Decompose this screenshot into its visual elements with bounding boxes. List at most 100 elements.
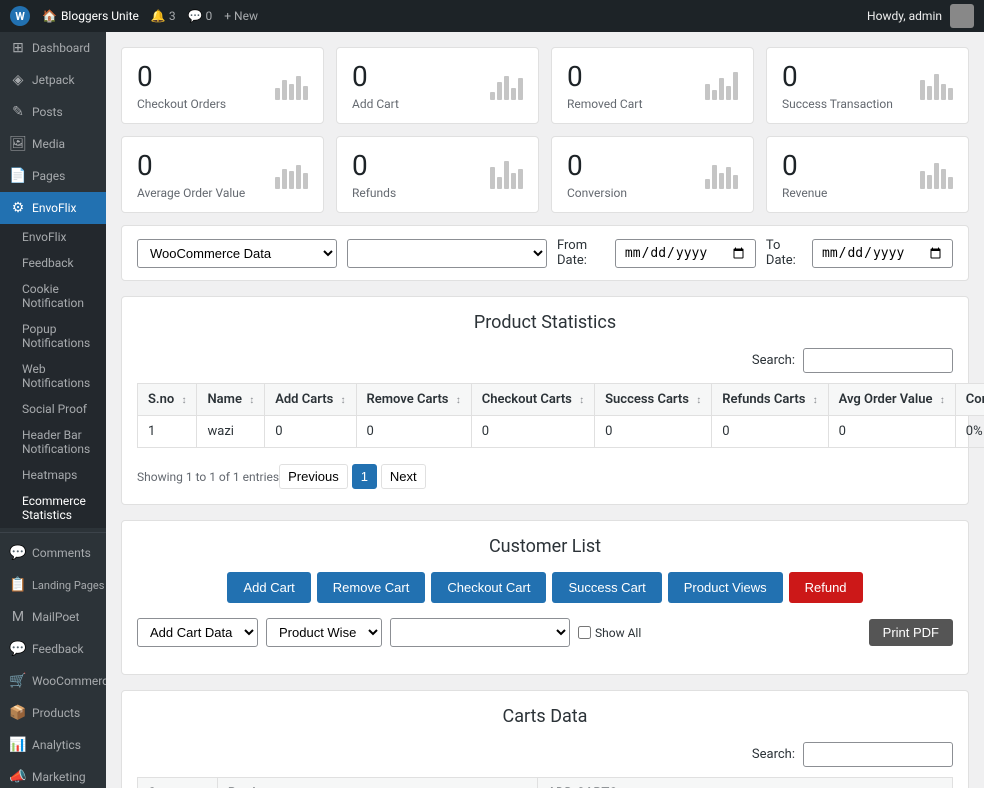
col-avg-order[interactable]: Avg Order Value ↕	[828, 384, 955, 416]
sidebar-submenu-feedback[interactable]: Feedback	[0, 250, 106, 276]
comments-icon: 💬	[10, 545, 26, 561]
sidebar-item-pages[interactable]: 📄 Pages	[0, 160, 106, 192]
avg-order-chart	[275, 149, 308, 189]
conversion-chart	[705, 149, 738, 189]
site-name[interactable]: 🏠 Bloggers Unite	[42, 9, 139, 23]
checkout-orders-label: Checkout Orders	[137, 97, 226, 111]
sidebar-submenu-envoflix[interactable]: EnvoFlix	[0, 224, 106, 250]
add-cart-data-select[interactable]: Add Cart Data	[137, 618, 258, 647]
from-date-input[interactable]	[615, 239, 756, 268]
sidebar-submenu-ecommerce[interactable]: Ecommerce Statistics	[0, 488, 106, 528]
sidebar-submenu-social[interactable]: Social Proof	[0, 396, 106, 422]
sidebar-submenu-heatmaps[interactable]: Heatmaps	[0, 462, 106, 488]
stat-add-cart: 0 Add Cart	[336, 47, 539, 124]
filter-select-2[interactable]	[347, 239, 547, 268]
new-button[interactable]: + New	[224, 9, 258, 23]
checkout-orders-chart	[275, 60, 308, 100]
jetpack-icon: ◈	[10, 72, 26, 88]
col-add-carts[interactable]: Add Carts ↕	[265, 384, 356, 416]
show-all-label[interactable]: Show All	[578, 626, 641, 640]
col-name[interactable]: Name ↕	[197, 384, 265, 416]
product-search-input[interactable]	[803, 348, 953, 373]
conversion-value: 0	[567, 149, 627, 182]
checkout-orders-value: 0	[137, 60, 226, 93]
carts-data-table: S.no ↕ Product ↕ ADD CARTS ↕ No data ava…	[137, 777, 953, 788]
checkout-cart-button[interactable]: Checkout Cart	[431, 572, 546, 603]
prev-page-btn[interactable]: Previous	[279, 464, 348, 489]
comment-count[interactable]: 💬 0	[188, 9, 213, 23]
sidebar-item-dashboard[interactable]: ⊞ Dashboard	[0, 32, 106, 64]
feedback-icon: 💬	[10, 641, 26, 657]
admin-bar: W 🏠 Bloggers Unite 🔔 3 💬 0 + New Howdy, …	[0, 0, 984, 32]
sidebar-item-landing[interactable]: 📋 Landing Pages By PluginOps	[0, 569, 106, 601]
refund-button[interactable]: Refund	[789, 572, 863, 603]
carts-col-addcarts[interactable]: ADD CARTS ↕	[537, 778, 953, 788]
products-icon: 📦	[10, 705, 26, 721]
sidebar: ⊞ Dashboard ◈ Jetpack ✎ Posts 🖼 Media 📄 …	[0, 32, 106, 788]
col-checkout-carts[interactable]: Checkout Carts ↕	[471, 384, 594, 416]
add-cart-chart	[490, 60, 523, 100]
removed-cart-label: Removed Cart	[567, 97, 643, 111]
analytics-icon: 📊	[10, 737, 26, 753]
wp-logo[interactable]: W	[10, 6, 30, 26]
sidebar-submenu-webnotif[interactable]: Web Notifications	[0, 356, 106, 396]
envoflix-icon: ⚙	[10, 200, 26, 216]
customer-filter-row: Add Cart Data Product Wise Show All Prin…	[137, 618, 953, 647]
stat-success-transaction: 0 Success Transaction	[766, 47, 969, 124]
product-statistics-section: Product Statistics Search: S.no ↕ Name ↕…	[121, 296, 969, 505]
sidebar-submenu-popup[interactable]: Popup Notifications	[0, 316, 106, 356]
col-sno[interactable]: S.no ↕	[138, 384, 197, 416]
stats-row-2: 0 Average Order Value 0 Refunds 0	[121, 136, 969, 213]
current-page-btn[interactable]: 1	[352, 464, 377, 489]
comment-notif[interactable]: 🔔 3	[151, 9, 176, 23]
col-conversion[interactable]: Conversion ↕	[955, 384, 984, 416]
stat-removed-cart: 0 Removed Cart	[551, 47, 754, 124]
add-cart-button[interactable]: Add Cart	[227, 572, 310, 603]
print-pdf-button[interactable]: Print PDF	[869, 619, 953, 646]
carts-search-row: Search:	[137, 742, 953, 767]
success-cart-button[interactable]: Success Cart	[552, 572, 661, 603]
col-success-carts[interactable]: Success Carts ↕	[595, 384, 712, 416]
sidebar-item-envoflix[interactable]: ⚙ EnvoFlix	[0, 192, 106, 224]
sidebar-submenu-cookie[interactable]: Cookie Notification	[0, 276, 106, 316]
product-views-button[interactable]: Product Views	[668, 572, 783, 603]
carts-col-product[interactable]: Product ↕	[218, 778, 538, 788]
woo-icon: 🛒	[10, 673, 26, 689]
col-remove-carts[interactable]: Remove Carts ↕	[356, 384, 471, 416]
refunds-chart	[490, 149, 523, 189]
sidebar-item-comments[interactable]: 💬 Comments	[0, 537, 106, 569]
customer-list-section: Customer List Add Cart Remove Cart Check…	[121, 520, 969, 675]
remove-cart-button[interactable]: Remove Cart	[317, 572, 426, 603]
sidebar-item-jetpack[interactable]: ◈ Jetpack	[0, 64, 106, 96]
col-refunds-carts[interactable]: Refunds Carts ↕	[712, 384, 828, 416]
revenue-value: 0	[782, 149, 827, 182]
product-wise-select[interactable]: Product Wise	[266, 618, 382, 647]
sidebar-item-posts[interactable]: ✎ Posts	[0, 96, 106, 128]
sidebar-item-marketing[interactable]: 📣 Marketing	[0, 761, 106, 788]
sidebar-item-feedback[interactable]: 💬 Feedback	[0, 633, 106, 665]
woocommerce-data-select[interactable]: WooCommerce Data	[137, 239, 337, 268]
customer-filter-select-3[interactable]	[390, 618, 570, 647]
refunds-value: 0	[352, 149, 396, 182]
carts-data-section: Carts Data Search: S.no ↕ Product ↕ ADD …	[121, 690, 969, 788]
success-transaction-label: Success Transaction	[782, 97, 893, 111]
to-date-input[interactable]	[812, 239, 953, 268]
sidebar-submenu-header[interactable]: Header Bar Notifications	[0, 422, 106, 462]
carts-col-sno[interactable]: S.no ↕	[138, 778, 218, 788]
sidebar-item-analytics[interactable]: 📊 Analytics	[0, 729, 106, 761]
sidebar-item-products[interactable]: 📦 Products	[0, 697, 106, 729]
howdy-text: Howdy, admin	[867, 4, 974, 28]
product-search-label: Search:	[752, 353, 795, 368]
sidebar-item-mailpoet[interactable]: M MailPoet	[0, 601, 106, 633]
success-transaction-chart	[920, 60, 953, 100]
revenue-chart	[920, 149, 953, 189]
carts-search-input[interactable]	[803, 742, 953, 767]
product-stats-title: Product Statistics	[137, 312, 953, 333]
table-row: 1 wazi 0 0 0 0 0 0 0% 0	[138, 416, 984, 448]
posts-icon: ✎	[10, 104, 26, 120]
main-content: 0 Checkout Orders 0 Add Cart 0	[106, 32, 984, 788]
sidebar-item-media[interactable]: 🖼 Media	[0, 128, 106, 160]
sidebar-item-woocommerce[interactable]: 🛒 WooCommerce	[0, 665, 106, 697]
next-page-btn[interactable]: Next	[381, 464, 426, 489]
show-all-checkbox[interactable]	[578, 626, 591, 639]
